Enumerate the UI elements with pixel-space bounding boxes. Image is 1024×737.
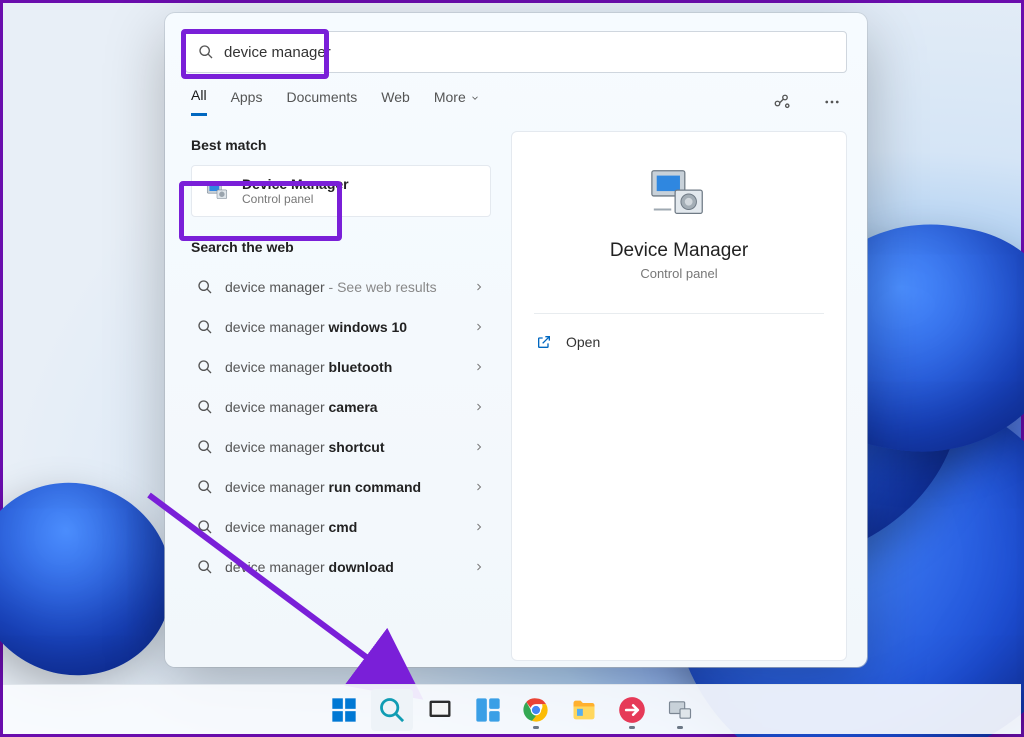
search-tabs: All Apps Documents Web More [165, 73, 867, 113]
divider [534, 313, 824, 314]
chevron-right-icon [473, 401, 485, 413]
web-result-item[interactable]: device manager cmd [191, 507, 491, 547]
snip-icon [618, 696, 646, 724]
web-result-text: device manager shortcut [225, 439, 461, 455]
web-result-item[interactable]: device manager bluetooth [191, 347, 491, 387]
tab-documents[interactable]: Documents [286, 89, 357, 115]
open-action[interactable]: Open [534, 328, 824, 356]
chevron-right-icon [473, 561, 485, 573]
search-icon [197, 439, 213, 455]
search-icon [197, 359, 213, 375]
chevron-right-icon [473, 281, 485, 293]
web-result-item[interactable]: device manager run command [191, 467, 491, 507]
search-icon [197, 559, 213, 575]
taskbar-search-button[interactable] [371, 689, 413, 731]
widgets-icon [474, 696, 502, 724]
taskbar [3, 684, 1021, 734]
web-result-text: device manager camera [225, 399, 461, 415]
preview-pane: Device Manager Control panel Open [511, 131, 847, 661]
tab-more[interactable]: More [434, 89, 480, 115]
chrome-icon [522, 696, 550, 724]
windows-logo-icon [330, 696, 358, 724]
search-bar[interactable] [185, 31, 847, 73]
best-match-title: Device Manager [242, 176, 349, 192]
device-manager-icon [204, 178, 230, 204]
best-match-subtitle: Control panel [242, 192, 349, 206]
start-search-panel: All Apps Documents Web More Best match D… [165, 13, 867, 667]
devices-icon [666, 696, 694, 724]
search-icon [197, 479, 213, 495]
web-results-list: device manager - See web results device m… [191, 267, 491, 587]
widgets-button[interactable] [467, 689, 509, 731]
chevron-right-icon [473, 441, 485, 453]
web-result-text: device manager cmd [225, 519, 461, 535]
chevron-right-icon [473, 321, 485, 333]
tab-all[interactable]: All [191, 87, 207, 116]
folder-icon [570, 696, 598, 724]
preview-subtitle: Control panel [534, 266, 824, 281]
search-input[interactable] [224, 44, 834, 61]
web-result-item[interactable]: device manager camera [191, 387, 491, 427]
open-label: Open [566, 334, 600, 350]
web-result-text: device manager run command [225, 479, 461, 495]
start-button[interactable] [323, 689, 365, 731]
search-icon [197, 279, 213, 295]
search-web-header: Search the web [191, 239, 491, 255]
web-result-text: device manager bluetooth [225, 359, 461, 375]
web-result-item[interactable]: device manager - See web results [191, 267, 491, 307]
web-result-text: device manager - See web results [225, 279, 461, 295]
search-icon [378, 696, 406, 724]
search-icon [198, 44, 214, 60]
file-explorer-button[interactable] [563, 689, 605, 731]
web-result-text: device manager download [225, 559, 461, 575]
chevron-down-icon [470, 93, 480, 103]
best-match-item[interactable]: Device Manager Control panel [191, 165, 491, 217]
web-result-text: device manager windows 10 [225, 319, 461, 335]
search-icon [197, 319, 213, 335]
device-manager-large-icon [648, 166, 710, 222]
open-icon [536, 334, 552, 350]
task-view-button[interactable] [419, 689, 461, 731]
web-result-item[interactable]: device manager windows 10 [191, 307, 491, 347]
snip-button[interactable] [611, 689, 653, 731]
task-view-icon [426, 696, 454, 724]
chrome-button[interactable] [515, 689, 557, 731]
preview-title: Device Manager [534, 240, 824, 262]
chevron-right-icon [473, 521, 485, 533]
more-options-icon[interactable] [823, 93, 841, 111]
devices-app-button[interactable] [659, 689, 701, 731]
chevron-right-icon [473, 481, 485, 493]
search-icon [197, 399, 213, 415]
best-match-header: Best match [191, 137, 491, 153]
web-result-item[interactable]: device manager shortcut [191, 427, 491, 467]
tab-apps[interactable]: Apps [231, 89, 263, 115]
organization-icon[interactable] [773, 93, 791, 111]
tab-web[interactable]: Web [381, 89, 410, 115]
chevron-right-icon [473, 361, 485, 373]
web-result-item[interactable]: device manager download [191, 547, 491, 587]
search-icon [197, 519, 213, 535]
